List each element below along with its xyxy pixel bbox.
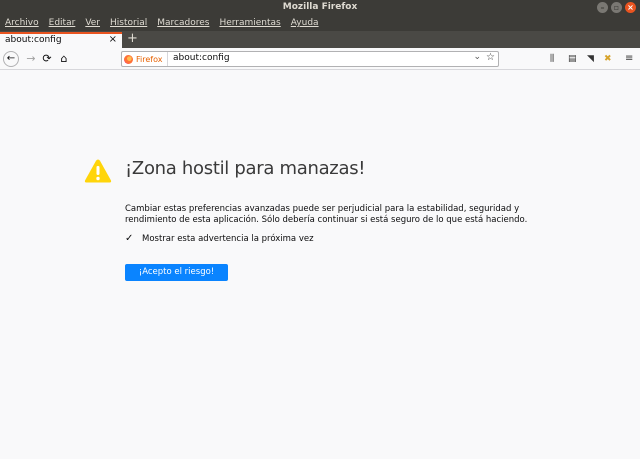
page-content: ¡Zona hostil para manazas! Cambiar estas… xyxy=(0,71,640,459)
show-warning-label[interactable]: Mostrar esta advertencia la próxima vez xyxy=(142,234,314,244)
menu-archivo[interactable]: Archivo xyxy=(5,16,39,31)
show-warning-checkbox[interactable]: ✓ xyxy=(125,234,135,244)
identity-label: Firefox xyxy=(136,54,163,64)
minimize-button[interactable]: – xyxy=(597,2,608,13)
page-title: ¡Zona hostil para manazas! xyxy=(125,158,366,179)
chevron-down-icon[interactable]: ⌄ xyxy=(473,52,481,62)
tab-strip: about:config × + xyxy=(0,31,640,48)
menu-historial[interactable]: Historial xyxy=(110,16,147,31)
reload-button[interactable]: ⟳ xyxy=(39,51,55,67)
tab-label: about:config xyxy=(5,35,62,45)
url-input[interactable]: about:config xyxy=(173,53,230,63)
menu-ver[interactable]: Ver xyxy=(85,16,100,31)
forward-button[interactable]: → xyxy=(23,51,39,67)
window-title: Mozilla Firefox xyxy=(282,2,358,12)
warning-icon xyxy=(84,159,112,183)
tab-close-icon[interactable]: × xyxy=(109,34,117,45)
menu-ayuda[interactable]: Ayuda xyxy=(291,16,319,31)
back-button[interactable]: ← xyxy=(3,51,19,67)
maximize-button[interactable]: ▫ xyxy=(611,2,622,13)
menu-editar[interactable]: Editar xyxy=(49,16,76,31)
accept-risk-button[interactable]: ¡Acepto el riesgo! xyxy=(125,264,228,281)
menu-herramientas[interactable]: Herramientas xyxy=(219,16,280,31)
close-window-button[interactable]: × xyxy=(625,2,636,13)
menu-bar: Archivo Editar Ver Historial Marcadores … xyxy=(0,16,640,31)
hamburger-menu-icon[interactable]: ≡ xyxy=(625,52,633,66)
sidebar-icon[interactable]: ▤ xyxy=(568,52,577,66)
show-warning-row[interactable]: ✓ Mostrar esta advertencia la próxima ve… xyxy=(125,234,314,245)
window-controls: – ▫ × xyxy=(597,2,636,13)
identity-box[interactable]: Firefox xyxy=(124,52,169,66)
tab-about-config[interactable]: about:config × xyxy=(0,32,122,48)
firefox-logo-icon xyxy=(124,54,133,64)
navigation-bar: ← → ⟳ ⌂ Firefox about:config ⌄ ☆ ⫼ ▤ ◥ ✖… xyxy=(0,48,640,70)
bookmark-star-icon[interactable]: ☆ xyxy=(486,52,495,63)
menu-marcadores[interactable]: Marcadores xyxy=(157,16,209,31)
window-titlebar: Mozilla Firefox – ▫ × xyxy=(0,0,640,16)
pocket-icon[interactable]: ◥ xyxy=(587,52,594,66)
warning-description: Cambiar estas preferencias avanzadas pue… xyxy=(125,204,528,225)
library-icon[interactable]: ⫼ xyxy=(550,52,554,66)
url-bar[interactable]: Firefox about:config ⌄ ☆ xyxy=(121,51,499,67)
extension-icon[interactable]: ✖ xyxy=(604,52,612,66)
home-button[interactable]: ⌂ xyxy=(56,51,72,67)
new-tab-button[interactable]: + xyxy=(127,31,138,47)
